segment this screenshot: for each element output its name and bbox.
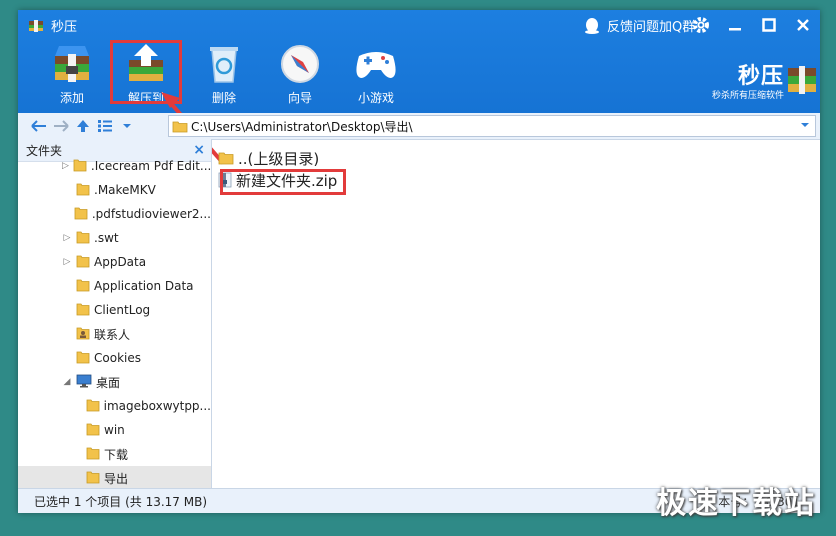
- arrow-right-icon: [54, 120, 69, 132]
- tree-expander[interactable]: ◢: [62, 377, 72, 387]
- tree-expander[interactable]: ▷: [62, 233, 72, 243]
- folder-icon: [74, 205, 88, 224]
- folder-tree: 文件夹 × ▷ .Icecream Pdf Edit... .MakeMKV .pdf…: [18, 139, 212, 489]
- folder-tree-list: ▷ .Icecream Pdf Edit... .MakeMKV .pdfstudio…: [18, 154, 211, 489]
- view-mode-button[interactable]: [94, 115, 116, 137]
- tree-expander[interactable]: ▷: [62, 257, 72, 267]
- folder-icon: [76, 181, 90, 200]
- tree-item[interactable]: 导出: [18, 466, 211, 489]
- folder-icon: [76, 277, 90, 296]
- tree-item[interactable]: ▷ .Icecream Pdf Edit...: [18, 154, 211, 178]
- tree-item-label: 联系人: [94, 327, 131, 342]
- tree-item[interactable]: ClientLog: [18, 298, 211, 322]
- tree-item-label: Application Data: [94, 279, 194, 293]
- contacts-folder-icon: [76, 325, 90, 344]
- zip-highlight-box: [220, 169, 346, 195]
- navigation-bar: C:\Users\Administrator\Desktop\导出\: [18, 113, 820, 140]
- forward-button[interactable]: [50, 115, 72, 137]
- tree-item-label: .Icecream Pdf Edit...: [90, 159, 212, 173]
- status-selection: 已选中 1 个项目 (共 13.17 MB): [34, 494, 208, 509]
- folder-icon: [76, 301, 90, 320]
- tree-item[interactable]: 下载: [18, 442, 211, 466]
- tree-item[interactable]: Cookies: [18, 346, 211, 370]
- file-list: ..(上级目录) 新建文件夹.zip: [212, 139, 820, 489]
- tree-item-label: .MakeMKV: [94, 183, 156, 197]
- tree-item-label: 导出: [104, 471, 129, 486]
- folder-up-icon: [218, 152, 234, 165]
- list-view-icon: [98, 120, 112, 132]
- path-dropdown[interactable]: [799, 119, 811, 134]
- tree-item-label: 下载: [104, 447, 129, 462]
- tree-item-label: .pdfstudioviewer2...: [91, 207, 211, 221]
- tree-item-label: .swt: [94, 231, 119, 245]
- folder-icon: [86, 397, 100, 416]
- tree-item-label: AppData: [94, 255, 147, 269]
- tree-item[interactable]: win: [18, 418, 211, 442]
- chevron-down-icon: [801, 123, 809, 127]
- back-button[interactable]: [28, 115, 50, 137]
- desktop-icon: [76, 374, 92, 391]
- tree-item[interactable]: .MakeMKV: [18, 178, 211, 202]
- watermark: 极速下载站: [656, 486, 816, 521]
- parent-directory-row[interactable]: ..(上级目录): [212, 147, 820, 169]
- tree-item[interactable]: ◢ 桌面: [18, 370, 211, 394]
- view-mode-dropdown[interactable]: [116, 115, 138, 137]
- tree-item[interactable]: imageboxwytpp...: [18, 394, 211, 418]
- folder-icon: [76, 229, 90, 248]
- app-window: 秒压 反馈问题加Q群 添加 解压到 删除 向导 小游戏 秒压 秒杀所有压缩软件 …: [18, 10, 820, 513]
- tree-item-label: win: [104, 423, 125, 437]
- tree-item[interactable]: ▷ AppData: [18, 250, 211, 274]
- folder-icon: [86, 469, 100, 488]
- tree-item[interactable]: ▷ .swt: [18, 226, 211, 250]
- folder-icon: [86, 421, 100, 440]
- path-field[interactable]: C:\Users\Administrator\Desktop\导出\: [168, 115, 816, 137]
- titlebar: 秒压 反馈问题加Q群 添加 解压到 删除 向导 小游戏 秒压 秒杀所有压缩软件: [18, 10, 820, 165]
- tree-item[interactable]: Application Data: [18, 274, 211, 298]
- tree-expander[interactable]: ▷: [62, 161, 69, 171]
- chevron-down-icon: [123, 124, 131, 128]
- arrow-left-icon: [31, 120, 46, 132]
- tree-item-label: 桌面: [96, 375, 121, 390]
- folder-icon: [86, 445, 100, 464]
- tree-item[interactable]: .pdfstudioviewer2...: [18, 202, 211, 226]
- arrow-up-icon: [77, 120, 89, 132]
- path-text: C:\Users\Administrator\Desktop\导出\: [191, 119, 413, 134]
- tree-item-label: Cookies: [94, 351, 141, 365]
- tree-item-label: imageboxwytpp...: [103, 399, 211, 413]
- folder-icon: [73, 157, 87, 176]
- folder-icon: [76, 253, 90, 272]
- tree-item-label: ClientLog: [94, 303, 151, 317]
- tree-item[interactable]: 联系人: [18, 322, 211, 346]
- folder-icon: [172, 121, 188, 133]
- up-button[interactable]: [72, 115, 94, 137]
- folder-icon: [76, 349, 90, 368]
- parent-directory-label: ..(上级目录): [238, 149, 320, 168]
